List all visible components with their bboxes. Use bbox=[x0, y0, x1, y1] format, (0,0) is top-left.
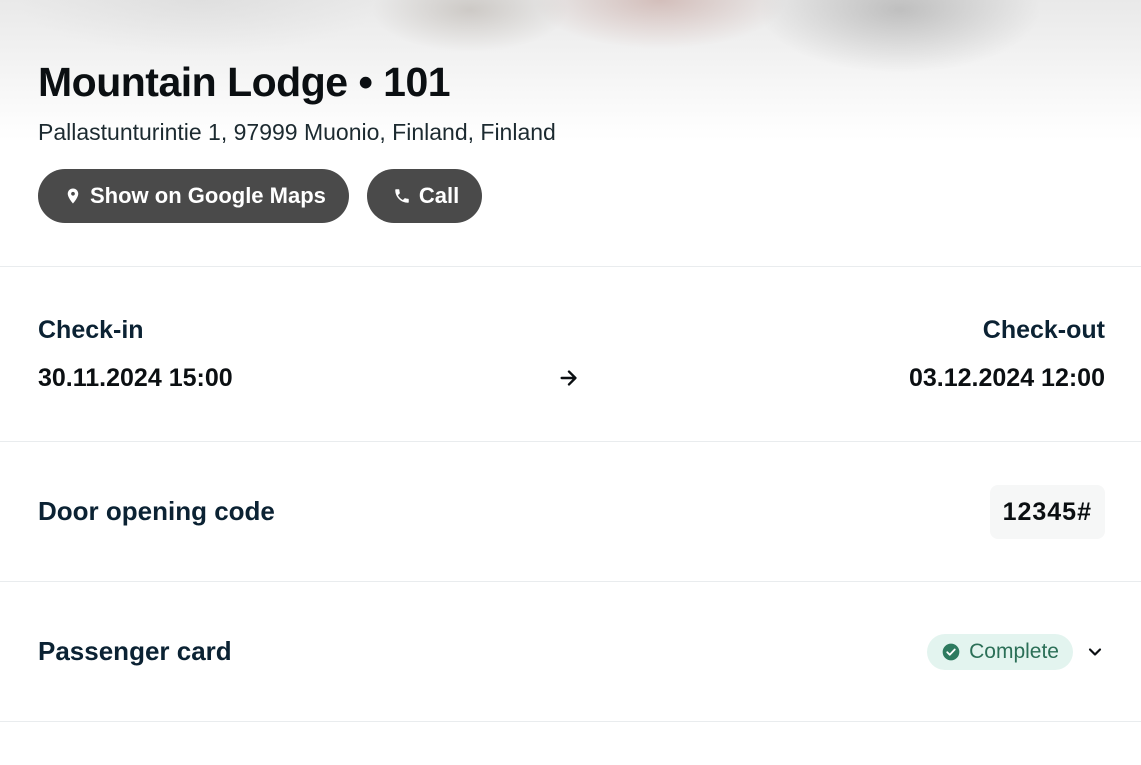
stay-dates: Check-in 30.11.2024 15:00 Check-out 03.1… bbox=[0, 267, 1141, 441]
status-badge: Complete bbox=[927, 633, 1073, 670]
map-pin-icon bbox=[67, 188, 79, 204]
passenger-card-label: Passenger card bbox=[38, 636, 232, 666]
divider bbox=[0, 721, 1141, 722]
show-on-google-maps-label: Show on Google Maps bbox=[90, 183, 326, 208]
call-button[interactable]: Call bbox=[366, 169, 483, 223]
check-circle-icon bbox=[942, 643, 960, 660]
door-code-row: Door opening code 12345# bbox=[0, 442, 1141, 581]
call-label: Call bbox=[418, 183, 460, 208]
passenger-card-status[interactable]: Complete bbox=[927, 633, 1105, 670]
header-actions: Show on Google Maps Call bbox=[38, 169, 556, 223]
property-address: Pallastunturintie 1, 97999 Muonio, Finla… bbox=[38, 119, 556, 145]
checkin-block: Check-in 30.11.2024 15:00 bbox=[38, 315, 233, 393]
checkout-value: 03.12.2024 12:00 bbox=[908, 364, 1105, 392]
passenger-card-row[interactable]: Passenger card Complete bbox=[0, 582, 1141, 721]
header-content: Mountain Lodge • 101 Pallastunturintie 1… bbox=[38, 58, 556, 223]
checkin-label: Check-in bbox=[38, 316, 144, 344]
door-code-value: 12345# bbox=[989, 484, 1105, 539]
checkin-value: 30.11.2024 15:00 bbox=[38, 364, 233, 392]
status-badge-label: Complete bbox=[969, 639, 1059, 663]
checkout-label: Check-out bbox=[982, 316, 1105, 344]
door-code-label: Door opening code bbox=[38, 496, 275, 526]
property-title: Mountain Lodge • 101 bbox=[38, 59, 451, 105]
booking-details-page: Mountain Lodge • 101 Pallastunturintie 1… bbox=[0, 0, 1141, 765]
show-on-google-maps-button[interactable]: Show on Google Maps bbox=[38, 169, 349, 223]
property-header: Mountain Lodge • 101 Pallastunturintie 1… bbox=[0, 0, 1141, 266]
checkout-block: Check-out 03.12.2024 12:00 bbox=[909, 315, 1105, 393]
phone-icon bbox=[395, 189, 409, 203]
chevron-down-icon[interactable] bbox=[1085, 642, 1105, 662]
arrow-right-icon bbox=[560, 370, 577, 386]
